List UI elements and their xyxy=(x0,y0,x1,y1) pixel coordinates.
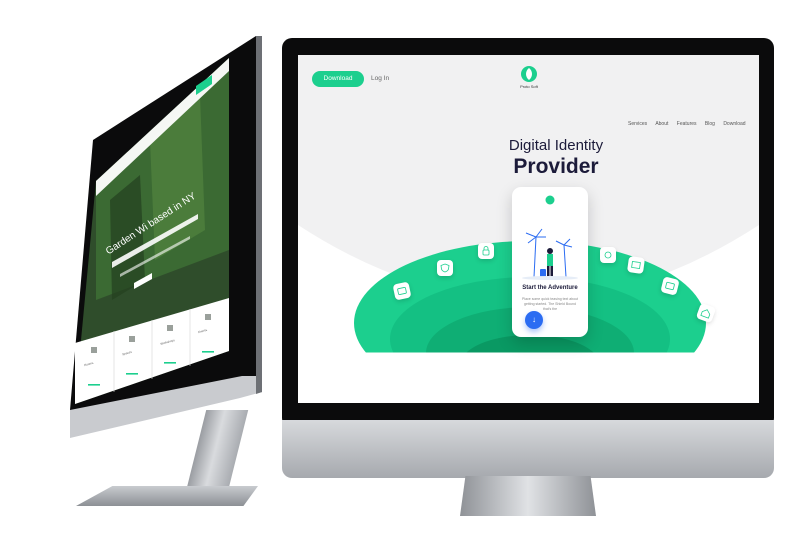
nav-link-services[interactable]: Services xyxy=(628,121,647,127)
nav-link-download[interactable]: Download xyxy=(723,121,745,127)
phone-card-body: Place some quick teasing text about gett… xyxy=(521,297,579,311)
login-link[interactable]: Log In xyxy=(371,75,389,82)
hero-title-line2: Provider xyxy=(513,155,599,178)
nav-links: Services About Features Blog Download xyxy=(628,121,753,127)
right-screen: Download Log In Proto Soft Services Abou… xyxy=(298,55,759,403)
phone-card: Start the Adventure Place some quick tea… xyxy=(512,187,588,337)
id-icon-chip xyxy=(600,247,616,263)
leaf-logo-icon xyxy=(521,66,537,82)
rooms-icon xyxy=(91,347,97,353)
shield-icon xyxy=(440,263,450,273)
lock-icon xyxy=(482,246,490,256)
logo-text: Proto Soft xyxy=(520,84,538,89)
lock-icon-chip xyxy=(478,243,494,259)
phone-logo-icon xyxy=(545,195,555,205)
right-imac: Download Log In Proto Soft Services Abou… xyxy=(282,38,774,516)
hero-title-line1: Digital Identity xyxy=(508,137,604,154)
browser-icon-chip xyxy=(626,255,646,275)
arrow-down-icon: ↓ xyxy=(532,315,536,324)
scene: Garden Wi based in NY Rooms Spaces Works… xyxy=(0,0,811,556)
right-imac-chin xyxy=(282,420,774,478)
right-imac-stand xyxy=(460,476,596,516)
scroll-down-button[interactable]: ↓ xyxy=(525,311,543,329)
browser-icon xyxy=(631,261,641,269)
nav-link-about[interactable]: About xyxy=(655,121,668,127)
card-icon xyxy=(397,287,407,295)
id-icon xyxy=(604,251,612,259)
shield-icon-chip xyxy=(437,260,453,276)
events-icon xyxy=(205,314,211,320)
phone-card-title: Start the Adventure xyxy=(522,285,578,291)
nav-link-features[interactable]: Features xyxy=(677,121,697,127)
card-icon-chip xyxy=(392,281,412,301)
spaces-icon xyxy=(129,336,135,342)
workshops-icon xyxy=(167,325,173,331)
nav-link-blog[interactable]: Blog xyxy=(705,121,715,127)
download-button[interactable]: Download xyxy=(312,71,364,87)
adventure-illustration xyxy=(522,228,578,280)
